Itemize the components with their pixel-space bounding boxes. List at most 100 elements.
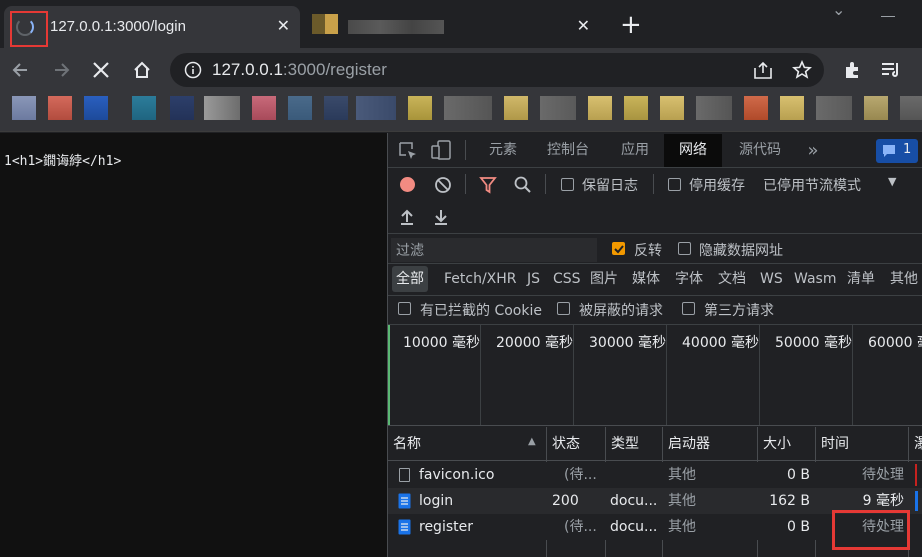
url-text[interactable]: 127.0.0.1:3000/register [212,58,387,82]
bookmark-item[interactable] [540,96,576,120]
hide-data-urls-checkbox[interactable] [678,242,691,255]
page-body-text: 1<h1>鐗诲綍</h1> [4,154,122,169]
invert-checkbox[interactable] [612,242,625,255]
type-font[interactable]: 字体 [675,266,703,292]
highlight-box [10,11,48,47]
bookmark-item[interactable] [864,96,888,120]
disable-cache-checkbox[interactable] [668,178,681,191]
tab-elements[interactable]: 元素 [477,134,529,167]
throttling-select[interactable]: 已停用节流模式 [763,175,861,195]
throttling-dropdown-icon[interactable]: ▼ [888,175,896,188]
preserve-log-checkbox[interactable] [561,178,574,191]
bookmark-item[interactable] [816,96,852,120]
request-size: 0 B [787,467,810,483]
waterfall-marker [388,325,390,425]
record-icon[interactable] [400,177,415,192]
site-info-icon[interactable] [184,61,202,79]
reading-list-icon[interactable] [880,60,902,80]
type-fetch-xhr[interactable]: Fetch/XHR [444,266,517,292]
sort-up-icon[interactable]: ▲ [528,436,536,447]
tab-login[interactable]: 127.0.0.1:3000/login ✕ [4,6,300,48]
bookmark-item[interactable] [744,96,768,120]
device-toolbar-icon[interactable] [430,139,452,161]
close-tab-icon[interactable]: ✕ [577,16,590,35]
col-size[interactable]: 大小 [758,428,815,461]
filter-input[interactable]: 过滤 [391,238,597,262]
bookmark-item[interactable] [288,96,312,120]
close-tab-icon[interactable]: ✕ [277,16,290,35]
bookmark-item[interactable] [780,96,804,120]
tab-title: 127.0.0.1:3000/login [50,18,186,35]
tab-blurred[interactable]: ✕ [304,6,600,48]
bookmark-item[interactable] [132,96,156,120]
more-tabs-icon[interactable]: » [800,134,826,167]
bookmark-item[interactable] [48,96,72,120]
bookmark-item[interactable] [900,96,922,120]
col-type[interactable]: 类型 [606,428,662,461]
bookmark-item[interactable] [696,96,732,120]
search-icon[interactable] [514,176,532,194]
grid-line [480,325,481,425]
bookmark-item[interactable] [408,96,432,120]
col-status[interactable]: 状态 [547,428,605,461]
share-icon[interactable] [752,60,774,80]
col-waterfall[interactable]: 瀑 [909,428,922,461]
clear-icon[interactable] [434,176,452,194]
tab-search-icon[interactable]: ⌄ [832,0,845,19]
bookmark-item[interactable] [356,96,396,120]
col-time[interactable]: 时间 [816,428,908,461]
grid-line [759,325,760,425]
bookmark-star-icon[interactable] [792,60,812,80]
type-css[interactable]: CSS [553,266,581,292]
type-doc[interactable]: 文档 [718,266,746,292]
tab-network[interactable]: 网络 [664,134,722,167]
blocked-requests-checkbox[interactable] [557,302,570,315]
type-media[interactable]: 媒体 [632,266,660,292]
bookmark-item[interactable] [624,96,648,120]
import-har-icon[interactable] [399,208,415,226]
extensions-icon[interactable] [842,59,864,81]
type-all[interactable]: 全部 [392,266,428,292]
third-party-checkbox[interactable] [682,302,695,315]
issues-badge[interactable]: 1 [876,139,918,163]
tab-sources[interactable]: 源代码 [728,134,792,167]
preserve-log-label: 保留日志 [582,178,638,194]
minimize-icon[interactable] [881,16,895,17]
filter-icon[interactable] [479,176,497,194]
blocked-requests-label: 被屏蔽的请求 [579,303,663,319]
col-initiator[interactable]: 启动器 [663,428,757,461]
bookmark-item[interactable] [170,96,194,120]
bookmark-item[interactable] [444,96,492,120]
export-har-icon[interactable] [433,208,449,226]
bookmark-item[interactable] [504,96,528,120]
url-path: :3000/register [282,60,387,79]
type-manifest[interactable]: 清单 [847,266,875,292]
bookmark-item[interactable] [588,96,612,120]
bookmark-item[interactable] [660,96,684,120]
tab-application[interactable]: 应用 [610,134,660,167]
inspect-element-icon[interactable] [398,141,418,161]
tab-console[interactable]: 控制台 [536,134,600,167]
stop-icon[interactable] [92,61,110,79]
back-icon[interactable] [10,60,30,80]
request-type: docu... [610,519,658,535]
bookmark-item[interactable] [84,96,108,120]
home-icon[interactable] [132,60,152,80]
type-ws[interactable]: WS [760,266,783,292]
blocked-cookies-checkbox[interactable] [398,302,411,315]
type-img[interactable]: 图片 [590,266,618,292]
type-other[interactable]: 其他 [890,266,918,292]
table-row[interactable]: favicon.ico (待... 其他 0 B 待处理 [388,462,922,488]
type-wasm[interactable]: Wasm [794,266,836,292]
bookmark-item[interactable] [252,96,276,120]
forward-icon[interactable] [52,60,72,80]
issues-icon [883,145,895,157]
grid-line [573,325,574,425]
new-tab-button[interactable]: + [620,10,642,40]
bookmark-item[interactable] [204,96,240,120]
type-js[interactable]: JS [527,266,540,292]
bookmark-item[interactable] [12,96,36,120]
col-name[interactable]: 名称 [388,428,546,461]
request-initiator: 其他 [668,467,696,483]
bookmark-item[interactable] [324,96,348,120]
